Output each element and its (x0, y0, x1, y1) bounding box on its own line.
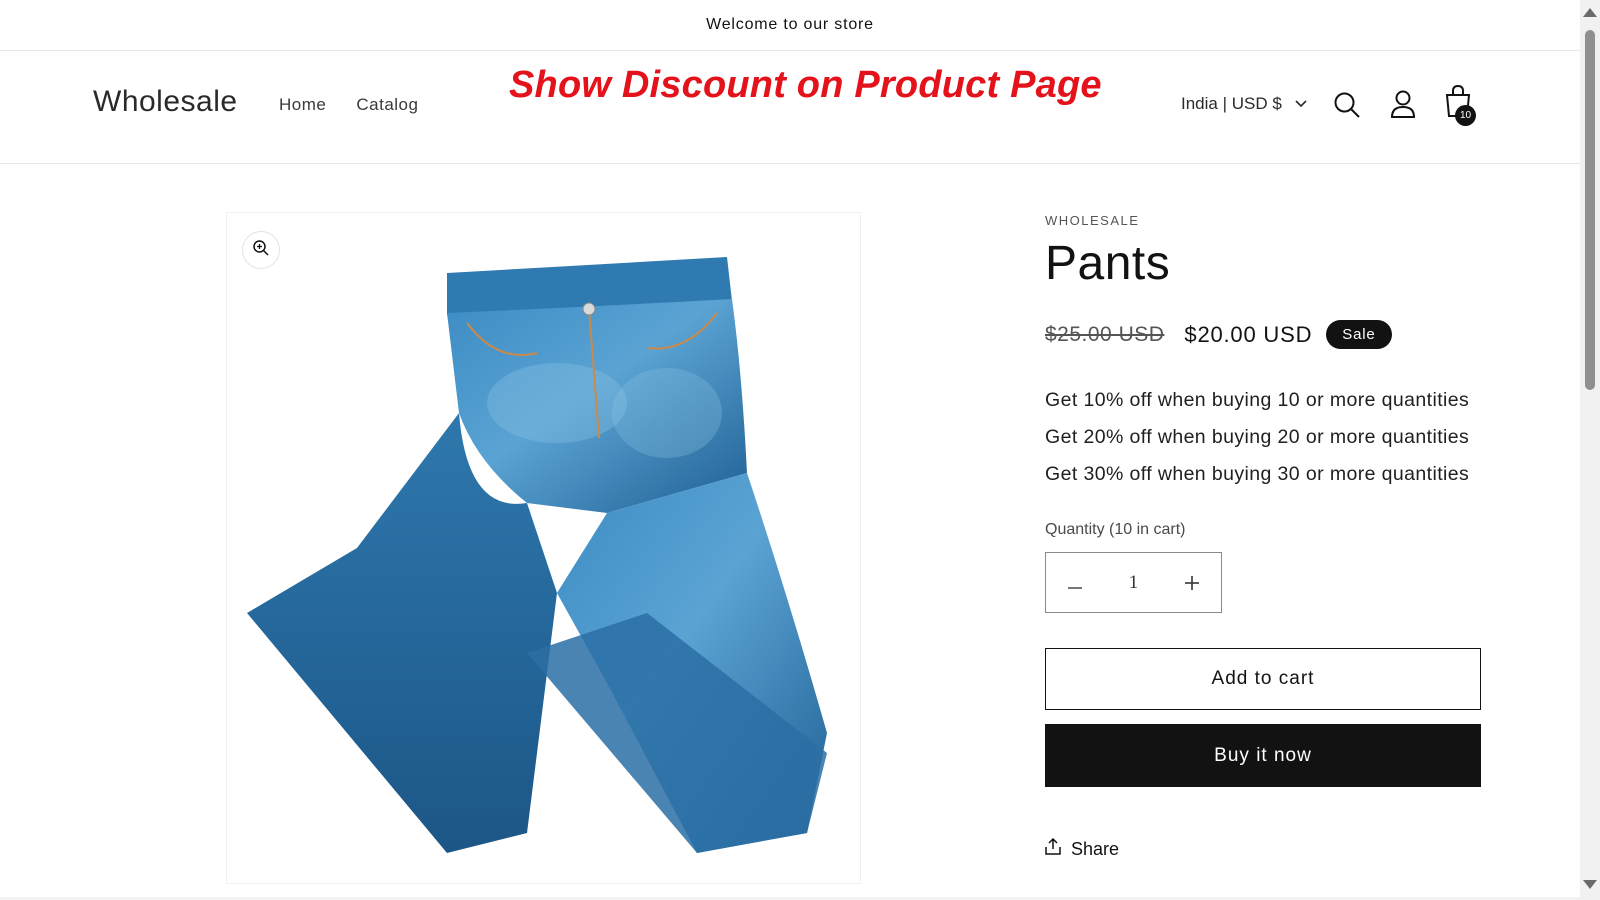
quantity-decrease-button[interactable] (1046, 553, 1104, 612)
search-icon[interactable] (1333, 91, 1361, 124)
country-selector-label: India | USD $ (1181, 94, 1282, 113)
share-button[interactable]: Share (1045, 837, 1120, 860)
promo-overlay-text: Show Discount on Product Page (509, 64, 1102, 106)
sale-badge: Sale (1326, 320, 1392, 349)
price-row: $25.00 USD $20.00 USD Sale (1045, 320, 1392, 349)
country-selector[interactable]: India | USD $ (1181, 94, 1308, 114)
minus-icon (1068, 570, 1082, 596)
zoom-button[interactable] (242, 231, 280, 269)
cart-count-badge: 10 (1455, 105, 1476, 126)
scrollbar-thumb[interactable] (1585, 30, 1595, 390)
quantity-label: Quantity (10 in cart) (1045, 521, 1186, 538)
jeans-image (247, 257, 827, 853)
share-label: Share (1071, 838, 1120, 859)
plus-icon (1185, 570, 1199, 596)
page-scrollbar[interactable] (1580, 0, 1600, 900)
quantity-input[interactable] (1106, 570, 1161, 595)
announcement-text: Welcome to our store (706, 16, 874, 33)
discount-list: Get 10% off when buying 10 or more quant… (1045, 389, 1469, 500)
product-title: Pants (1045, 237, 1171, 290)
share-icon (1045, 837, 1061, 860)
account-icon[interactable] (1389, 89, 1417, 124)
quantity-increase-button[interactable] (1163, 553, 1221, 612)
product-media[interactable] (226, 212, 861, 884)
buy-now-button[interactable]: Buy it now (1045, 724, 1481, 787)
product-vendor: WHOLESALE (1045, 213, 1140, 228)
add-to-cart-button[interactable]: Add to cart (1045, 648, 1481, 710)
sale-price: $20.00 USD (1184, 321, 1313, 347)
discount-tier: Get 10% off when buying 10 or more quant… (1045, 389, 1470, 411)
scroll-up-arrow-icon[interactable] (1583, 8, 1597, 17)
scroll-down-arrow-icon[interactable] (1583, 880, 1597, 889)
zoom-in-icon (252, 239, 270, 262)
nav-home[interactable]: Home (279, 95, 326, 115)
quantity-stepper (1045, 552, 1222, 613)
chevron-down-icon (1294, 94, 1308, 114)
store-logo[interactable]: Wholesale (93, 85, 238, 119)
discount-tier: Get 20% off when buying 20 or more quant… (1045, 426, 1470, 448)
nav-catalog[interactable]: Catalog (356, 95, 418, 115)
discount-tier: Get 30% off when buying 30 or more quant… (1045, 463, 1470, 485)
compare-at-price: $25.00 USD (1045, 322, 1165, 346)
main-nav: Home Catalog (279, 95, 418, 115)
announcement-bar: Welcome to our store (0, 0, 1580, 51)
